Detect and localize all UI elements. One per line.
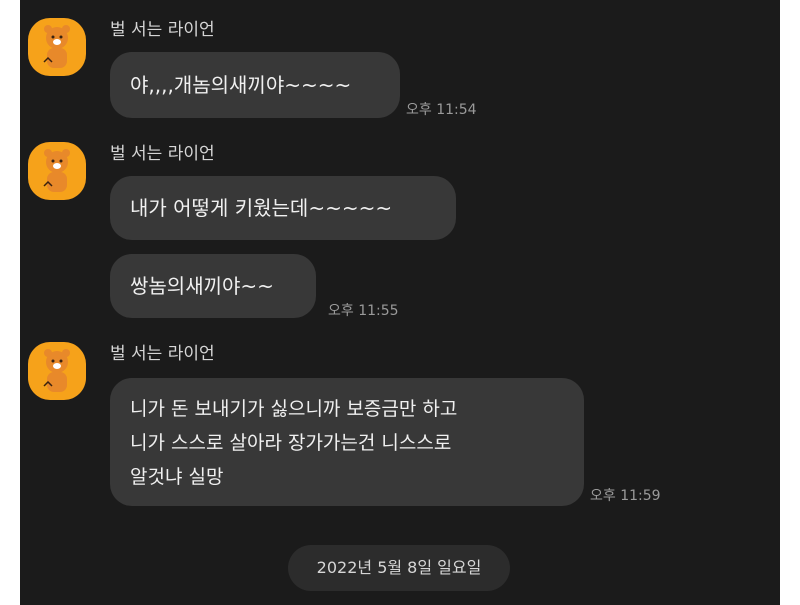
message-bubble[interactable]: 쌍놈의새끼야~~ — [110, 254, 316, 318]
message-text: 내가 어떻게 키웠는데~~~~~ — [130, 196, 393, 220]
message-time: 오후 11:55 — [328, 303, 399, 319]
message-text: 야,,,,개놈의새끼야~~~~ — [130, 73, 352, 97]
ryan-character-avatar-icon — [43, 149, 70, 192]
message-text-line: 알것냐 실망 — [130, 466, 224, 488]
message-text-line: 니가 돈 보내기가 싫으니까 보증금만 하고 — [130, 398, 458, 420]
sender-avatar[interactable] — [28, 18, 86, 76]
message-text-line: 니가 스스로 살아라 장가가는건 니스스로 — [130, 432, 452, 454]
message-text: 쌍놈의새끼야~~ — [130, 274, 274, 298]
message-bubble[interactable]: 야,,,,개놈의새끼야~~~~ — [110, 52, 400, 118]
sender-name: 벌 서는 라이언 — [110, 344, 215, 364]
ryan-character-avatar-icon — [43, 25, 70, 68]
message-time: 오후 11:54 — [406, 102, 477, 118]
sender-name: 벌 서는 라이언 — [110, 144, 215, 164]
sender-avatar[interactable] — [28, 142, 86, 200]
message-time: 오후 11:59 — [590, 488, 661, 504]
message-bubble[interactable]: 내가 어떻게 키웠는데~~~~~ — [110, 176, 456, 240]
sender-avatar[interactable] — [28, 342, 86, 400]
chat-window[interactable]: 벌 서는 라이언 야,,,,개놈의새끼야~~~~ 오후 11:54 벌 서는 라… — [20, 0, 780, 605]
ryan-character-avatar-icon — [43, 349, 70, 392]
message-bubble[interactable]: 니가 돈 보내기가 싫으니까 보증금만 하고 니가 스스로 살아라 장가가는건 … — [110, 378, 584, 506]
date-divider: 2022년 5월 8일 일요일 — [288, 545, 510, 591]
sender-name: 벌 서는 라이언 — [110, 20, 215, 40]
